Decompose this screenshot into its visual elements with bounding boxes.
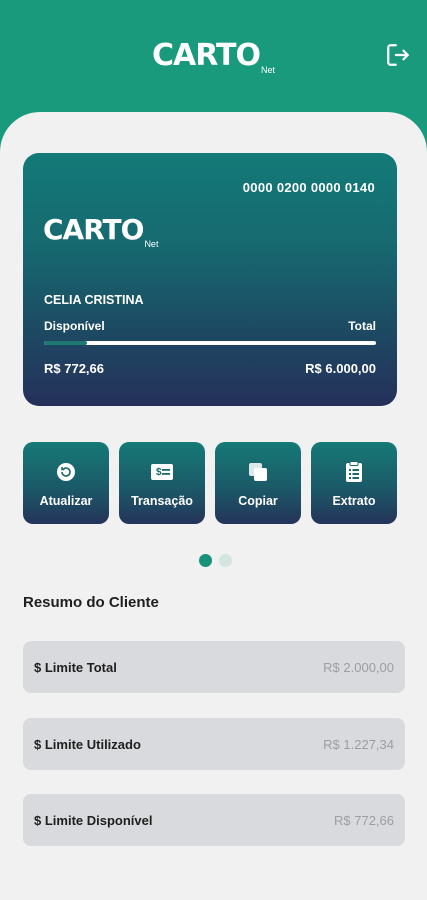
card-holder-name: CELIA CRISTINA	[44, 293, 144, 307]
card-logo-suffix: Net	[144, 239, 159, 249]
transaction-button[interactable]: $ Transação	[119, 442, 205, 524]
svg-text:$: $	[156, 467, 162, 478]
copy-button[interactable]: Copiar	[215, 442, 301, 524]
summary-title: Resumo do Cliente	[23, 594, 159, 611]
statement-label: Extrato	[332, 494, 376, 508]
total-value: R$ 6.000,00	[305, 361, 376, 376]
limit-progress-bar	[44, 341, 376, 345]
available-value: R$ 772,66	[44, 361, 104, 376]
copy-icon	[249, 463, 267, 481]
action-buttons: Atualizar $ Transação Copiar Extrato	[23, 442, 397, 524]
copy-label: Copiar	[238, 494, 278, 508]
refresh-button[interactable]: Atualizar	[23, 442, 109, 524]
brand-logo: CARTONet	[0, 38, 427, 75]
row-value: R$ 772,66	[334, 812, 394, 828]
row-label: $ Limite Utilizado	[34, 736, 141, 752]
carousel-dot-2[interactable]	[219, 554, 232, 567]
summary-row-limite-disponivel: $ Limite Disponível R$ 772,66	[23, 794, 405, 846]
summary-row-limite-total: $ Limite Total R$ 2.000,00	[23, 641, 405, 693]
total-label: Total	[348, 319, 376, 333]
card-number: 0000 0200 0000 0140	[242, 180, 375, 195]
credit-card: 0000 0200 0000 0140 CARTONet CELIA CRIST…	[23, 153, 397, 406]
refresh-icon	[57, 463, 75, 481]
row-value: R$ 1.227,34	[323, 736, 394, 752]
statement-icon	[346, 461, 362, 482]
refresh-label: Atualizar	[39, 494, 93, 508]
limit-progress-fill	[44, 341, 87, 345]
row-label: $ Limite Total	[34, 659, 117, 675]
logo-suffix: Net	[260, 65, 275, 75]
logo-word: CARTO	[152, 38, 261, 73]
transaction-icon: $	[151, 464, 173, 480]
logout-icon[interactable]	[385, 42, 411, 68]
transaction-label: Transação	[131, 494, 193, 508]
statement-button[interactable]: Extrato	[311, 442, 397, 524]
carousel-dot-1[interactable]	[199, 554, 212, 567]
row-value: R$ 2.000,00	[323, 659, 394, 675]
row-label: $ Limite Disponível	[34, 812, 153, 828]
card-logo: CARTONet	[43, 213, 158, 249]
carousel-indicator	[199, 554, 232, 567]
available-label: Disponível	[44, 319, 105, 333]
summary-row-limite-utilizado: $ Limite Utilizado R$ 1.227,34	[23, 718, 405, 770]
card-logo-word: CARTO	[43, 213, 144, 246]
